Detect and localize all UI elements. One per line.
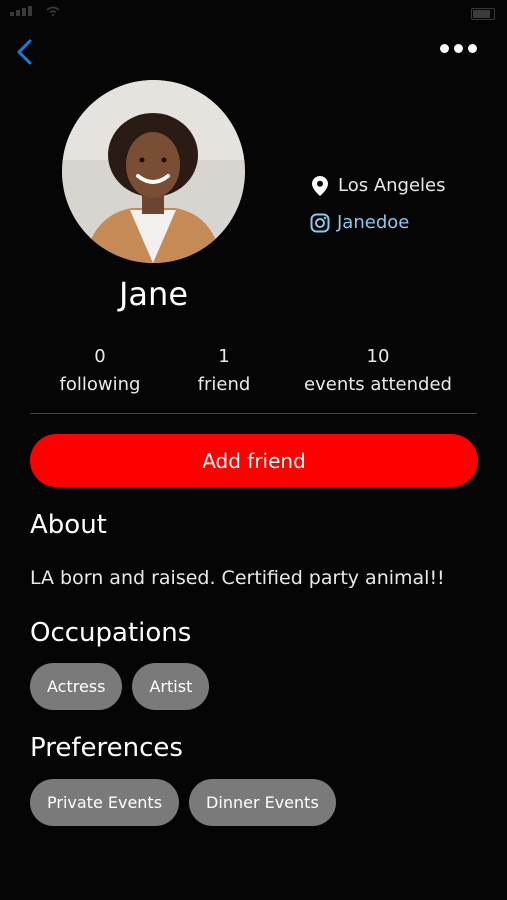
occupation-chip-actress[interactable]: Actress bbox=[30, 663, 123, 710]
about-heading: About bbox=[30, 510, 107, 540]
following-label: following bbox=[59, 374, 141, 395]
back-button[interactable] bbox=[14, 38, 38, 66]
instagram-icon bbox=[310, 213, 330, 232]
preferences-chips: Private Events Dinner Events bbox=[30, 779, 336, 826]
profile-photo bbox=[62, 80, 245, 263]
occupations-heading: Occupations bbox=[30, 618, 192, 648]
signal-icon bbox=[10, 6, 32, 16]
events-label: events attended bbox=[304, 374, 452, 395]
stat-following[interactable]: 0 following bbox=[55, 343, 145, 399]
battery-icon bbox=[471, 8, 495, 20]
instagram-link[interactable]: Janedoe bbox=[310, 212, 409, 233]
stat-events-attended[interactable]: 10 events attended bbox=[300, 343, 456, 399]
status-bar bbox=[0, 0, 507, 26]
wifi-icon bbox=[46, 6, 60, 16]
preference-chip-dinner-events[interactable]: Dinner Events bbox=[189, 779, 336, 826]
add-friend-button[interactable]: Add friend bbox=[30, 434, 478, 487]
friends-count: 1 bbox=[218, 346, 230, 367]
events-count: 10 bbox=[366, 346, 390, 367]
profile-name: Jane bbox=[118, 275, 188, 313]
preference-chip-private-events[interactable]: Private Events bbox=[30, 779, 180, 826]
location-info: Los Angeles bbox=[312, 175, 446, 196]
stat-friends[interactable]: 1 friend bbox=[190, 343, 258, 399]
location-text: Los Angeles bbox=[338, 175, 446, 196]
about-text: LA born and raised. Certified party anim… bbox=[30, 567, 445, 589]
instagram-handle[interactable]: Janedoe bbox=[337, 212, 409, 233]
carrier-signal bbox=[10, 6, 60, 16]
following-count: 0 bbox=[94, 346, 106, 367]
back-chevron-icon bbox=[17, 39, 32, 65]
more-dots-icon bbox=[440, 44, 449, 53]
friends-label: friend bbox=[197, 374, 251, 395]
occupation-chip-artist[interactable]: Artist bbox=[132, 663, 210, 710]
preferences-heading: Preferences bbox=[30, 733, 183, 763]
occupations-chips: Actress Artist bbox=[30, 663, 210, 710]
divider bbox=[30, 413, 477, 414]
location-pin-icon bbox=[312, 175, 328, 196]
avatar bbox=[62, 80, 245, 263]
more-options-button[interactable] bbox=[440, 44, 477, 53]
